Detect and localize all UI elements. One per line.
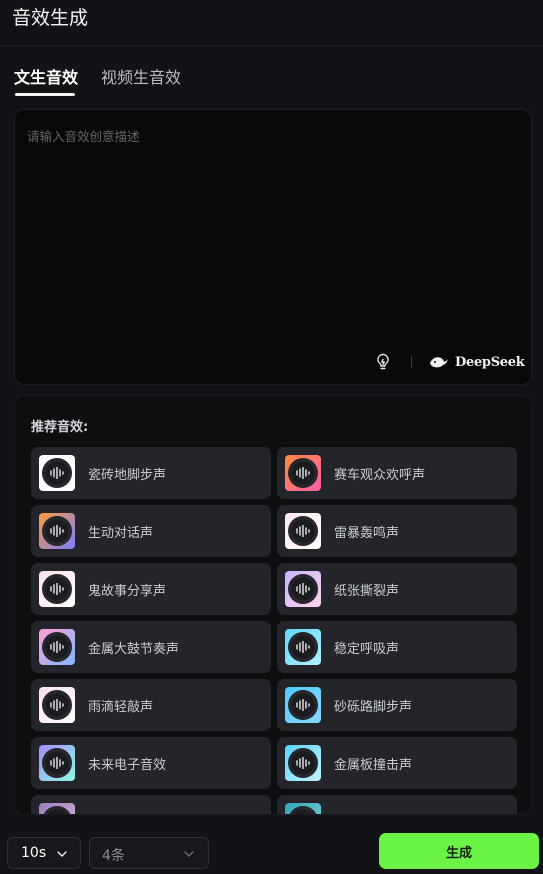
deepseek-whale-icon	[430, 357, 448, 368]
audio-disc	[42, 690, 72, 720]
audio-disc	[288, 574, 318, 604]
count-value: 4条	[102, 848, 125, 864]
tab-bar: 文生音效 视频生音效	[0, 46, 543, 100]
model-label: DeepSeek	[455, 354, 525, 370]
sound-effect-card[interactable]: 砂砾路脚步声	[277, 679, 517, 731]
audio-disc	[288, 748, 318, 778]
sound-effect-card[interactable]: 稳定呼吸声	[277, 621, 517, 673]
chevron-down-icon	[184, 851, 194, 857]
audio-disc	[42, 806, 72, 814]
tab-text-to-sfx[interactable]: 文生音效	[14, 64, 78, 88]
sound-effect-card[interactable]: 金属大鼓节奏声	[31, 621, 271, 673]
sound-effect-label: 雨滴轻敲声	[88, 700, 154, 715]
audio-disc	[288, 806, 318, 814]
sound-thumbnail	[39, 803, 75, 814]
waveform-icon	[50, 583, 64, 595]
sound-effect-label: 未来电子音效	[88, 758, 167, 773]
waveform-icon	[296, 525, 310, 537]
audio-disc	[42, 748, 72, 778]
sound-effect-card[interactable]: 雨滴轻敲声	[31, 679, 271, 731]
duration-value: 10s	[21, 845, 47, 861]
sound-effect-label: 稳定呼吸声	[334, 642, 400, 657]
count-select[interactable]: 4条	[89, 837, 209, 869]
audio-disc	[42, 632, 72, 662]
sound-thumbnail	[285, 629, 321, 665]
sound-effect-card[interactable]: 生动对话声	[31, 505, 271, 557]
audio-disc	[42, 458, 72, 488]
sound-thumbnail	[39, 455, 75, 491]
sound-thumbnail	[39, 745, 75, 781]
audio-disc	[42, 516, 72, 546]
waveform-icon	[296, 757, 310, 769]
sound-effect-card[interactable]: 瓷砖地脚步声	[31, 447, 271, 499]
sound-thumbnail	[285, 687, 321, 723]
footer-bar: 10s 4条 生成	[0, 820, 543, 874]
sound-effect-label: 金属大鼓节奏声	[88, 642, 180, 657]
waveform-icon	[296, 583, 310, 595]
active-tab-indicator	[15, 93, 75, 96]
sound-thumbnail	[285, 513, 321, 549]
sound-effect-label: 雷暴轰鸣声	[334, 526, 400, 541]
waveform-icon	[50, 641, 64, 653]
sound-thumbnail	[285, 803, 321, 814]
waveform-icon	[50, 467, 64, 479]
sound-effect-label: 瓷砖地脚步声	[88, 468, 167, 483]
sound-effect-label: 砂砾路脚步声	[334, 700, 413, 715]
sound-effect-card[interactable]	[277, 795, 517, 814]
sound-effect-label: 赛车观众欢呼声	[334, 468, 426, 483]
sound-thumbnail	[39, 513, 75, 549]
prompt-input[interactable]	[15, 110, 531, 340]
sound-effect-card[interactable]: 鬼故事分享声	[31, 563, 271, 615]
chevron-down-icon	[57, 851, 67, 857]
sound-thumbnail	[285, 745, 321, 781]
audio-disc	[288, 690, 318, 720]
waveform-icon	[50, 525, 64, 537]
sound-thumbnail	[39, 687, 75, 723]
sound-effect-card[interactable]: 金属板撞击声	[277, 737, 517, 789]
recommendations-panel: 推荐音效: 瓷砖地脚步声 赛车观众欢呼声生动对话声 雷暴轰鸣声鬼故事分享声 纸张撕裂声…	[14, 395, 532, 815]
page-title: 音效生成	[12, 7, 89, 29]
waveform-icon	[296, 641, 310, 653]
model-selector[interactable]: DeepSeek	[429, 352, 525, 372]
sound-effect-card[interactable]: 雷暴轰鸣声	[277, 505, 517, 557]
sound-thumbnail	[285, 571, 321, 607]
lightbulb-icon[interactable]	[375, 353, 391, 371]
sound-thumbnail	[39, 571, 75, 607]
waveform-icon	[296, 699, 310, 711]
sound-thumbnail	[285, 455, 321, 491]
audio-disc	[288, 632, 318, 662]
sound-effect-card[interactable]: 未来电子音效	[31, 737, 271, 789]
waveform-icon	[50, 757, 64, 769]
audio-disc	[288, 516, 318, 546]
waveform-icon	[50, 699, 64, 711]
sound-effect-card[interactable]	[31, 795, 271, 814]
prompt-box: DeepSeek	[14, 109, 532, 385]
tab-video-to-sfx[interactable]: 视频生音效	[101, 64, 181, 88]
sound-effect-label: 纸张撕裂声	[334, 584, 400, 599]
header: 音效生成	[0, 0, 543, 46]
toolbar-divider	[411, 356, 412, 368]
sound-effect-label: 金属板撞击声	[334, 758, 413, 773]
recommendations-title: 推荐音效:	[31, 420, 89, 435]
sound-effect-card[interactable]: 纸张撕裂声	[277, 563, 517, 615]
sound-effect-card[interactable]: 赛车观众欢呼声	[277, 447, 517, 499]
generate-button[interactable]: 生成	[379, 833, 539, 869]
duration-select[interactable]: 10s	[7, 837, 81, 869]
sound-thumbnail	[39, 629, 75, 665]
waveform-icon	[296, 467, 310, 479]
audio-disc	[42, 574, 72, 604]
audio-disc	[288, 458, 318, 488]
sound-effect-label: 生动对话声	[88, 526, 154, 541]
sound-effect-label: 鬼故事分享声	[88, 584, 167, 599]
